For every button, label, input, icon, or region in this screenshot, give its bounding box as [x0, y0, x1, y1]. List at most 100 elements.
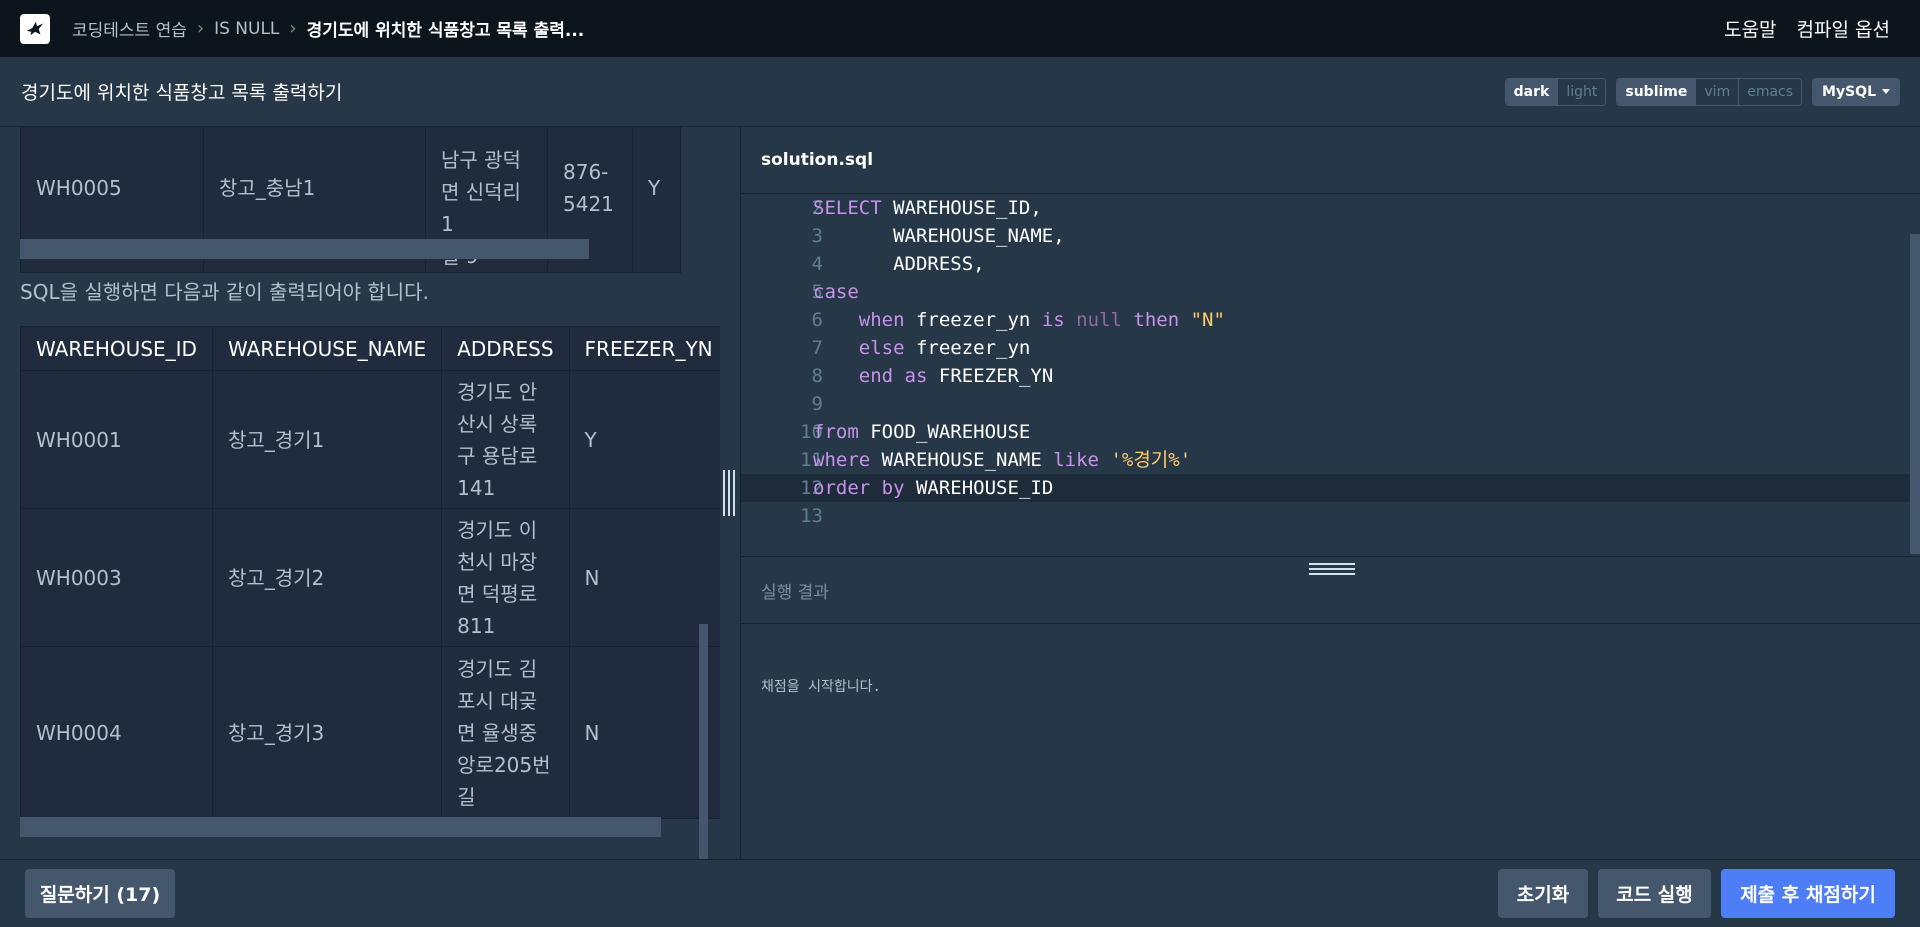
code-line: 5 case — [741, 278, 1911, 306]
table-cell: 창고_경기2 — [211, 508, 443, 647]
table-cell: 창고_경기1 — [211, 370, 443, 509]
cell-line: 경기도 안 — [457, 379, 538, 404]
line-text: order by WAREHOUSE_ID — [813, 477, 1054, 499]
table-cell: N — [568, 646, 720, 819]
cell-line: 앙로205번 — [457, 752, 551, 777]
code-line: 6 when freezer_yn is null then "N" — [741, 306, 1911, 334]
table-cell: Y — [568, 370, 720, 509]
cell-line: 경기도 이 — [457, 517, 538, 542]
breadcrumb: 코딩테스트 연습 › IS NULL › 경기도에 위치한 식품창고 목록 출력… — [72, 16, 584, 41]
table-header-row: WAREHOUSE_ID WAREHOUSE_NAME ADDRESS FREE… — [20, 326, 720, 371]
keymap-vim-button[interactable]: vim — [1696, 78, 1740, 105]
line-number: 6 — [811, 309, 823, 331]
line-text: else freezer_yn — [858, 337, 1031, 359]
line-number: 12 — [800, 477, 823, 499]
help-link[interactable]: 도움말 — [1724, 15, 1776, 42]
code-line: 13 — [741, 502, 1911, 530]
cell-line: 산시 상록 — [457, 411, 538, 436]
page-title: 경기도에 위치한 식품창고 목록 출력하기 — [21, 82, 343, 104]
column-header: FREEZER_YN — [568, 326, 720, 371]
editor-scrollbar[interactable] — [1910, 234, 1920, 554]
footer: 질문하기 (17) 초기화 코드 실행 제출 후 채점하기 — [0, 859, 1920, 927]
table-cell: N — [568, 508, 720, 647]
grip-line — [1309, 563, 1355, 565]
submit-button[interactable]: 제출 후 채점하기 — [1721, 869, 1895, 918]
caret-down-icon — [1882, 89, 1890, 94]
line-number: 11 — [800, 449, 823, 471]
vertical-scrollbar[interactable] — [699, 624, 708, 859]
line-number: 13 — [800, 505, 823, 527]
editor-resize-handle[interactable] — [1309, 563, 1355, 575]
code-line-active: 12 order by WAREHOUSE_ID — [741, 474, 1911, 502]
keymap-emacs-button[interactable]: emacs — [1739, 78, 1802, 105]
code-line: 3 WAREHOUSE_NAME, — [741, 222, 1911, 250]
code-line: 4 ADDRESS, — [741, 250, 1911, 278]
result-output: 채점을 시작합니다. — [761, 679, 881, 695]
column-header: WAREHOUSE_NAME — [211, 326, 443, 371]
table-row: WH0003 창고_경기2 경기도 이 천시 마장 면 덕평로 811 N — [20, 508, 720, 647]
panel-resize-handle[interactable] — [723, 470, 735, 516]
line-text: when freezer_yn is null then "N" — [858, 309, 1225, 331]
theme-dark-button[interactable]: dark — [1505, 78, 1559, 105]
line-text: SELECT WAREHOUSE_ID, — [813, 197, 1042, 219]
language-select[interactable]: MySQL — [1812, 77, 1900, 106]
language-label: MySQL — [1822, 83, 1876, 100]
table-cell: Y — [632, 127, 681, 273]
line-number: 2 — [811, 197, 823, 219]
table-cell: 창고_경기3 — [211, 646, 443, 819]
editor-panel: solution.sql 2 SELECT WAREHOUSE_ID, 3 WA… — [740, 127, 1920, 859]
code-editor[interactable]: 2 SELECT WAREHOUSE_ID, 3 WAREHOUSE_NAME,… — [741, 194, 1920, 556]
table-cell: 경기도 김 포시 대곶 면 율생중 앙로205번 길 — [441, 646, 570, 819]
cell-line: 남구 광덕 — [441, 148, 521, 172]
column-header: ADDRESS — [441, 326, 570, 371]
cell-line: 811 — [457, 613, 496, 638]
line-number: 10 — [800, 421, 823, 443]
table-row: WH0004 창고_경기3 경기도 김 포시 대곶 면 율생중 앙로205번 길… — [20, 646, 720, 819]
compile-options-link[interactable]: 컴파일 옵션 — [1797, 15, 1890, 42]
keymap-sublime-button[interactable]: sublime — [1617, 78, 1697, 105]
breadcrumb-current: 경기도에 위치한 식품창고 목록 출력... — [306, 21, 585, 41]
breadcrumb-is-null[interactable]: IS NULL — [214, 19, 279, 39]
line-text: where WAREHOUSE_NAME like '%경기%' — [813, 449, 1192, 471]
ask-question-button[interactable]: 질문하기 (17) — [25, 869, 175, 918]
grip-line — [728, 470, 730, 516]
programmers-logo-icon[interactable] — [20, 13, 50, 44]
cell-line: 면 덕평로 — [457, 581, 538, 606]
code-line: 7 else freezer_yn — [741, 334, 1911, 362]
line-number: 8 — [811, 365, 823, 387]
cell-line: 포시 대곶 — [457, 688, 538, 713]
line-number: 4 — [811, 253, 823, 275]
code-line: 10 from FOOD_WAREHOUSE — [741, 418, 1911, 446]
result-example-table: WAREHOUSE_ID WAREHOUSE_NAME ADDRESS FREE… — [20, 326, 720, 819]
editor-options: dark light sublime vim emacs MySQL — [1504, 77, 1900, 106]
file-tab[interactable]: solution.sql — [741, 127, 1920, 194]
code-line: 2 SELECT WAREHOUSE_ID, — [741, 194, 1911, 222]
line-number: 9 — [811, 393, 823, 415]
line-text: from FOOD_WAREHOUSE — [813, 421, 1031, 443]
top-nav: 코딩테스트 연습 › IS NULL › 경기도에 위치한 식품창고 목록 출력… — [0, 0, 1920, 57]
table-cell: 경기도 안 산시 상록 구 용담로 141 — [441, 370, 570, 509]
cell-line: 면 신덕리1 — [441, 180, 521, 236]
grip-line — [1309, 573, 1355, 575]
keymap-toggle: sublime vim emacs — [1616, 77, 1803, 106]
problem-panel: WH0005 창고_충남1 남구 광덕 면 신덕리1 길 9 876- 5421… — [0, 127, 720, 859]
column-header: WAREHOUSE_ID — [20, 326, 213, 371]
theme-toggle: dark light — [1504, 77, 1607, 106]
reset-button[interactable]: 초기화 — [1498, 869, 1588, 918]
cell-line: 구 용담로 — [457, 443, 538, 468]
cell-line: 길 — [457, 784, 476, 809]
table-cell: WH0001 — [20, 370, 213, 509]
code-line: 9 — [741, 390, 1911, 418]
line-number: 5 — [811, 281, 823, 303]
horizontal-scrollbar[interactable] — [20, 817, 661, 837]
line-number: 7 — [811, 337, 823, 359]
chevron-right-icon: › — [289, 18, 297, 39]
cell-line: 경기도 김 — [457, 656, 538, 681]
grip-line — [733, 470, 735, 516]
run-code-button[interactable]: 코드 실행 — [1598, 869, 1711, 918]
cell-line: 876- — [563, 160, 609, 184]
cell-line: 5421 — [563, 192, 614, 216]
theme-light-button[interactable]: light — [1558, 78, 1606, 105]
horizontal-scrollbar[interactable] — [20, 239, 589, 259]
breadcrumb-coding-test[interactable]: 코딩테스트 연습 — [72, 16, 187, 41]
